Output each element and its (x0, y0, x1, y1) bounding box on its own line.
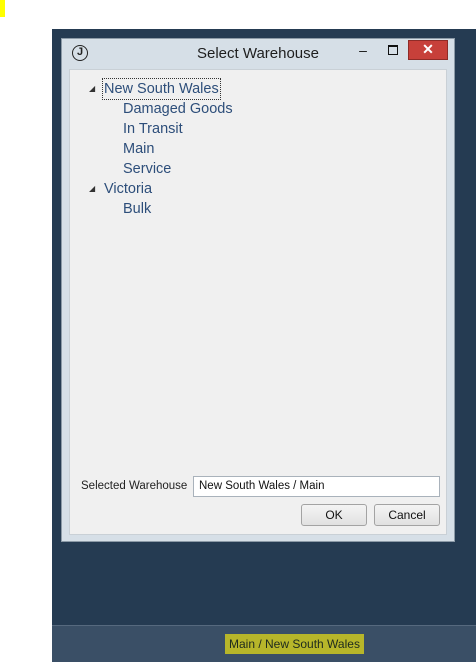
status-bar: Main / New South Wales (52, 625, 476, 662)
maximize-icon (388, 45, 398, 55)
collapse-triangle-icon[interactable]: ◢ (89, 185, 97, 193)
collapse-triangle-icon[interactable]: ◢ (89, 85, 97, 93)
tree-node-label[interactable]: Victoria (104, 179, 152, 199)
tree-node-main[interactable]: Main (123, 139, 154, 159)
tree-node-in-transit[interactable]: In Transit (123, 119, 183, 139)
highlight-marker (0, 0, 5, 17)
warehouse-tree[interactable]: ◢ New South Wales Damaged Goods In Trans… (70, 70, 446, 470)
tree-node-service[interactable]: Service (123, 159, 171, 179)
maximize-button[interactable] (380, 41, 406, 61)
selected-warehouse-label: Selected Warehouse (81, 480, 188, 492)
tree-node-damaged-goods[interactable]: Damaged Goods (123, 99, 233, 119)
ok-button[interactable]: OK (301, 504, 367, 526)
tree-node-bulk[interactable]: Bulk (123, 199, 151, 219)
status-text: Main / New South Wales (225, 634, 364, 654)
close-button[interactable]: ✕ (408, 40, 448, 60)
title-bar[interactable]: J Select Warehouse – ✕ (62, 39, 454, 69)
dialog-body: ◢ New South Wales Damaged Goods In Trans… (69, 69, 447, 535)
select-warehouse-dialog: J Select Warehouse – ✕ ◢ New South Wales… (61, 38, 455, 542)
minimize-button[interactable]: – (350, 41, 376, 61)
selected-warehouse-field[interactable]: New South Wales / Main (193, 476, 440, 497)
tree-node-label[interactable]: New South Wales (102, 78, 221, 100)
cancel-button[interactable]: Cancel (374, 504, 440, 526)
